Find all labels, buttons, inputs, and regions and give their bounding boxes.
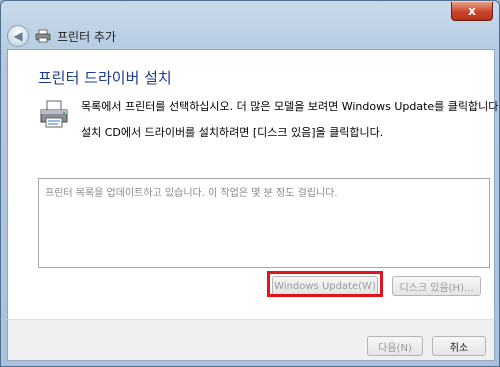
highlight-box: [267, 271, 383, 297]
header-bar: ◀ 프린터 추가: [7, 23, 493, 49]
have-disk-button[interactable]: 디스크 있음(H)...: [392, 276, 481, 296]
close-icon: x: [468, 4, 476, 18]
close-button[interactable]: x: [451, 2, 493, 21]
instruction-select-printer: 목록에서 프린터를 선택하십시오. 더 많은 모델을 보려면 Windows U…: [81, 100, 500, 113]
back-button[interactable]: ◀: [7, 25, 29, 47]
printer-icon: [35, 29, 51, 43]
printer-list[interactable]: 프린터 목록을 업데이트하고 있습니다. 이 작업은 몇 분 정도 걸립니다.: [38, 178, 490, 268]
window-title: 프린터 추가: [57, 29, 117, 44]
list-status-text: 프린터 목록을 업데이트하고 있습니다. 이 작업은 몇 분 정도 걸립니다.: [45, 188, 338, 199]
page-heading: 프린터 드라이버 설치: [38, 69, 172, 87]
next-button[interactable]: 다음(N): [367, 336, 423, 356]
instruction-have-disk: 설치 CD에서 드라이버를 설치하려면 [디스크 있음]을 클릭합니다.: [81, 126, 384, 139]
add-printer-window: x ◀ 프린터 추가 프린터 드라이버 설치 목록에서 프린터를 선택하십시오.…: [0, 0, 500, 367]
back-arrow-icon: ◀: [13, 29, 23, 43]
printer-large-icon: [40, 100, 68, 128]
footer-bar: 다음(N) 취소: [7, 319, 495, 361]
cancel-button[interactable]: 취소: [432, 336, 486, 356]
content-panel: 프린터 드라이버 설치 목록에서 프린터를 선택하십시오. 더 많은 모델을 보…: [7, 49, 499, 320]
